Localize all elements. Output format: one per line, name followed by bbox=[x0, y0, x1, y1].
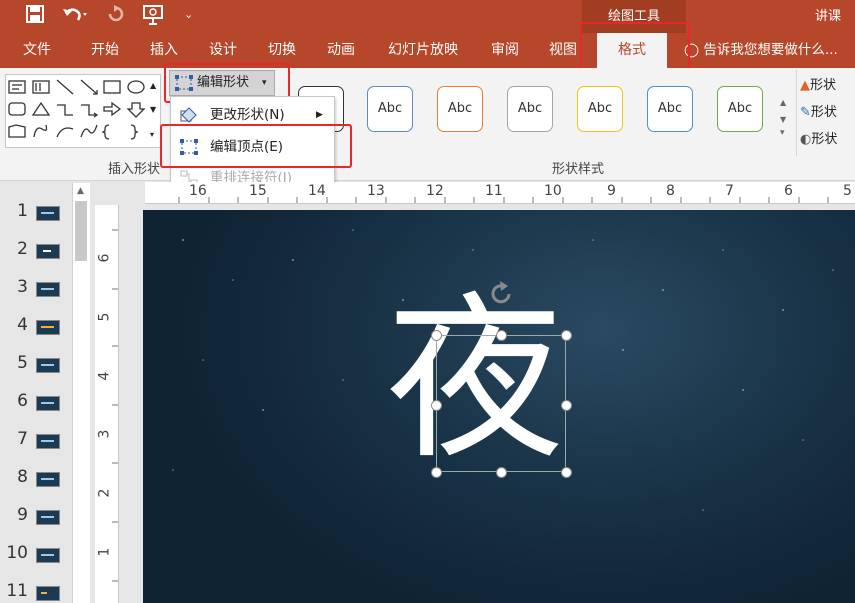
ruler-label: 5 bbox=[843, 183, 852, 199]
insert-shapes-group-label: 插入形状 bbox=[108, 162, 161, 177]
redo-icon[interactable] bbox=[106, 5, 126, 28]
ruler-label: 6 bbox=[784, 183, 793, 199]
gallery-more-icon[interactable]: ▾ bbox=[780, 128, 793, 138]
ruler-label: 7 bbox=[725, 183, 734, 199]
resize-handle[interactable] bbox=[561, 467, 572, 478]
ruler-label: 9 bbox=[607, 183, 616, 199]
thumb-number: 7 bbox=[17, 429, 28, 449]
shape-styles-group-label: 形状样式 bbox=[552, 162, 605, 177]
ribbon: ▲ ▼ ▾ 插入形状 Abc Abc Abc Abc Abc Abc ▲ ▼ ▾… bbox=[0, 68, 855, 181]
save-icon[interactable] bbox=[26, 5, 44, 28]
thumb-number: 9 bbox=[17, 505, 28, 525]
style-preset-1[interactable]: Abc bbox=[367, 86, 413, 132]
ruler-label: 13 bbox=[367, 183, 385, 199]
slide-thumbnail[interactable] bbox=[36, 396, 60, 411]
style-preset-5[interactable]: Abc bbox=[647, 86, 693, 132]
pen-icon: ✎ bbox=[800, 105, 811, 120]
customize-qat-icon[interactable]: ⌄ bbox=[184, 5, 193, 25]
tab-review[interactable]: 审阅 bbox=[480, 33, 530, 68]
change-shape-icon bbox=[180, 107, 197, 123]
ruler-label: 6 bbox=[96, 253, 113, 263]
resize-handle[interactable] bbox=[561, 400, 572, 411]
edit-points-highlight bbox=[160, 124, 352, 168]
resize-handle[interactable] bbox=[496, 330, 507, 341]
tab-home[interactable]: 开始 bbox=[80, 33, 130, 68]
slide-thumbnail[interactable] bbox=[36, 358, 60, 373]
tell-me-text: 告诉我您想要做什么... bbox=[703, 42, 838, 58]
resize-handle[interactable] bbox=[561, 330, 572, 341]
resize-handle[interactable] bbox=[431, 467, 442, 478]
thumbnails-scrollbar[interactable]: ▲ bbox=[72, 183, 90, 603]
thumb-number: 8 bbox=[17, 467, 28, 487]
ruler-label: 5 bbox=[96, 312, 113, 322]
ruler-ticks bbox=[112, 229, 118, 582]
vertical-ruler[interactable]: 6 5 4 3 2 1 bbox=[95, 205, 119, 603]
thumb-number: 6 bbox=[17, 391, 28, 411]
thumb-number: 4 bbox=[17, 315, 28, 335]
thumb-number: 5 bbox=[17, 353, 28, 373]
ruler-label: 14 bbox=[308, 183, 326, 199]
effects-icon: ◐ bbox=[800, 132, 812, 147]
ruler-label: 8 bbox=[666, 183, 675, 199]
rotate-handle-icon[interactable] bbox=[487, 280, 517, 308]
thumb-number: 3 bbox=[17, 277, 28, 297]
scroll-up-icon[interactable]: ▲ bbox=[150, 81, 156, 90]
ruler-label: 15 bbox=[249, 183, 267, 199]
resize-handle[interactable] bbox=[431, 330, 442, 341]
ruler-label: 4 bbox=[96, 371, 113, 381]
slide-thumbnail[interactable] bbox=[36, 434, 60, 449]
shape-icons bbox=[8, 79, 146, 140]
slide-thumbnail[interactable] bbox=[36, 282, 60, 297]
present-icon[interactable] bbox=[143, 5, 165, 30]
style-preset-4[interactable]: Abc bbox=[577, 86, 623, 132]
slide-thumbnail[interactable] bbox=[36, 206, 60, 221]
gallery-more-icon[interactable]: ▾ bbox=[150, 130, 154, 139]
ruler-label: 12 bbox=[426, 183, 444, 199]
shape-fill-button[interactable]: ▲形状 bbox=[800, 74, 836, 93]
slide-thumbnail[interactable] bbox=[36, 320, 60, 335]
ruler-label: 11 bbox=[485, 183, 503, 199]
style-preset-6[interactable]: Abc bbox=[717, 86, 763, 132]
slide-thumbnail[interactable] bbox=[36, 548, 60, 563]
ribbon-tabs: 文件 开始 插入 设计 切换 动画 幻灯片放映 审阅 视图 格式 ◯ 告诉我您想… bbox=[0, 33, 855, 68]
style-preset-2[interactable]: Abc bbox=[437, 86, 483, 132]
scroll-down-icon[interactable]: ▼ bbox=[780, 115, 793, 124]
thumb-number: 1 bbox=[17, 201, 28, 221]
slide-thumbnail[interactable] bbox=[36, 510, 60, 525]
tab-animations[interactable]: 动画 bbox=[316, 33, 366, 68]
style-preset-3[interactable]: Abc bbox=[507, 86, 553, 132]
thumb-number: 2 bbox=[17, 239, 28, 259]
shape-effects-button[interactable]: ◐形状 bbox=[800, 128, 837, 147]
title-bar: ⌄ 绘图工具 讲课 bbox=[0, 0, 855, 33]
tell-me-box[interactable]: ◯ 告诉我您想要做什么... bbox=[684, 33, 838, 68]
selection-box bbox=[436, 335, 566, 472]
slide-canvas[interactable]: 夜 bbox=[143, 210, 855, 603]
shape-outline-button[interactable]: ✎形状 bbox=[800, 101, 837, 120]
ruler-label: 3 bbox=[96, 429, 113, 439]
ruler-label: 2 bbox=[96, 488, 113, 498]
scroll-up-icon[interactable]: ▲ bbox=[77, 186, 84, 196]
horizontal-ruler[interactable]: 16 15 14 13 12 11 10 9 8 7 6 5 bbox=[145, 182, 855, 204]
tab-file[interactable]: 文件 bbox=[12, 33, 62, 68]
scroll-down-icon[interactable]: ▼ bbox=[150, 105, 156, 114]
group-divider bbox=[796, 70, 797, 156]
document-title: 讲课 bbox=[815, 9, 842, 24]
slide-thumbnail[interactable] bbox=[36, 586, 60, 601]
ruler-label: 1 bbox=[96, 547, 113, 557]
styles-scroll[interactable]: ▲ ▼ ▾ bbox=[780, 98, 793, 146]
tab-slideshow[interactable]: 幻灯片放映 bbox=[378, 33, 468, 68]
slide-thumbnail[interactable] bbox=[36, 472, 60, 487]
undo-icon[interactable] bbox=[62, 5, 88, 28]
scroll-thumb[interactable] bbox=[75, 201, 87, 261]
thumb-number: 10 bbox=[6, 543, 28, 563]
paint-bucket-icon: ▲ bbox=[800, 78, 810, 93]
ruler-label: 16 bbox=[189, 183, 207, 199]
resize-handle[interactable] bbox=[496, 467, 507, 478]
ruler-label: 10 bbox=[544, 183, 562, 199]
scroll-up-icon[interactable]: ▲ bbox=[780, 98, 793, 107]
slide-thumbnail[interactable] bbox=[36, 244, 60, 259]
resize-handle[interactable] bbox=[431, 400, 442, 411]
thumb-number: 11 bbox=[6, 581, 28, 601]
shapes-gallery[interactable] bbox=[5, 74, 150, 148]
